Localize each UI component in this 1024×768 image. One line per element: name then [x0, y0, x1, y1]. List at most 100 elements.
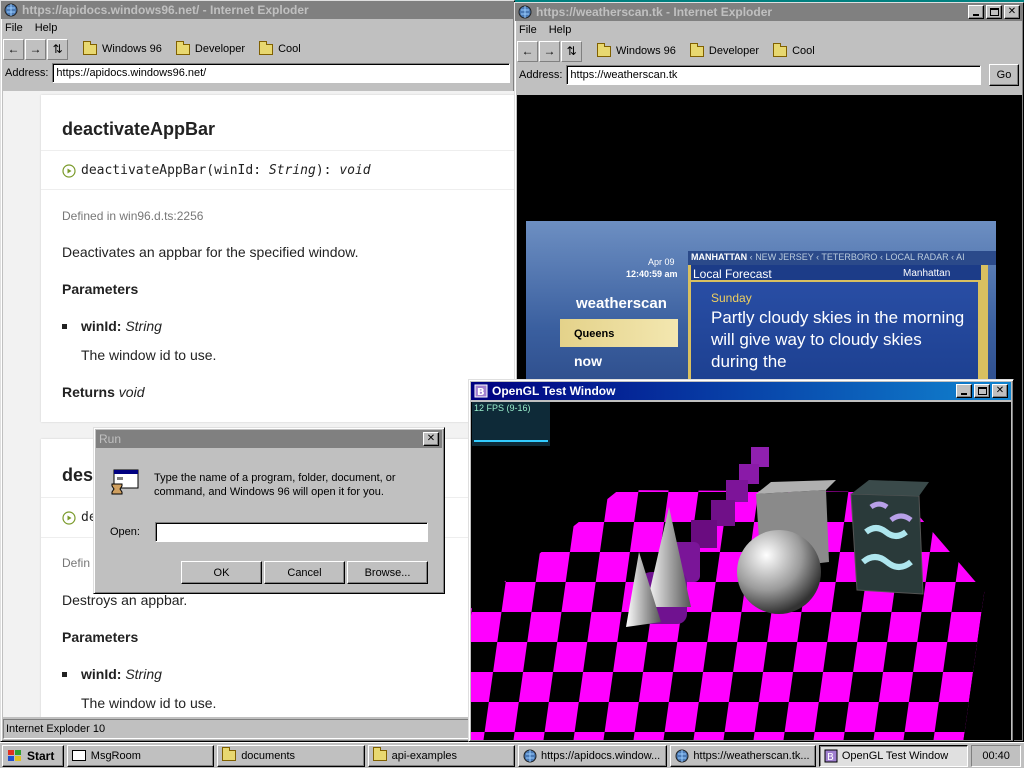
- app-icon: B: [824, 749, 838, 763]
- menu-file[interactable]: File: [5, 22, 23, 34]
- folder-icon: [83, 40, 97, 55]
- ticker-item: TETERBORO: [821, 252, 878, 262]
- back-button[interactable]: ←: [3, 38, 24, 60]
- apidocs-content: deactivateAppBar deactivateAppBar(winId:…: [3, 91, 514, 717]
- start-label: Start: [27, 748, 55, 763]
- weatherscan-logo: weatherscan: [576, 295, 667, 312]
- task-apidocs[interactable]: https://apidocs.window...: [518, 744, 668, 767]
- folder-icon: [597, 42, 611, 57]
- favorite-developer[interactable]: Developer: [689, 42, 759, 57]
- folder-icon: [222, 747, 237, 761]
- weatherscan-title-bar[interactable]: https://weatherscan.tk - Internet Explod…: [515, 3, 1023, 21]
- task-opengl[interactable]: B OpenGL Test Window: [818, 744, 969, 767]
- run-message: Type the name of a program, folder, docu…: [154, 472, 396, 498]
- run-title-bar[interactable]: Run ✕: [96, 430, 442, 448]
- close-button[interactable]: ✕: [1004, 5, 1020, 19]
- clock[interactable]: 00:40: [982, 750, 1010, 762]
- browse-button[interactable]: Browse...: [347, 561, 428, 584]
- favorite-label: Cool: [278, 43, 301, 55]
- favorite-cool[interactable]: Cool: [773, 42, 815, 57]
- white-sphere: [737, 530, 821, 614]
- arrow-left-icon: ←: [521, 44, 534, 58]
- favorite-developer[interactable]: Developer: [175, 40, 245, 55]
- favorite-windows96[interactable]: Windows 96: [83, 40, 162, 55]
- task-documents[interactable]: documents: [217, 744, 365, 767]
- fps-overlay: 12 FPS (9-16): [472, 402, 550, 446]
- open-label: Open:: [110, 526, 140, 538]
- apidocs-browser-window: https://apidocs.windows96.net/ - Interne…: [0, 0, 515, 742]
- menu-file[interactable]: File: [519, 24, 537, 36]
- defined-in-2: Defin: [62, 556, 91, 570]
- open-input[interactable]: [155, 522, 428, 542]
- city-tab[interactable]: Queens: [560, 319, 678, 347]
- refresh-button[interactable]: ⇅: [47, 38, 68, 60]
- weatherscan-menu-bar: File Help: [515, 21, 1023, 39]
- folder-icon: [773, 42, 788, 57]
- address-input[interactable]: https://weatherscan.tk: [566, 65, 981, 85]
- opengl-title-bar[interactable]: B OpenGL Test Window ✕: [471, 382, 1011, 400]
- refresh-button[interactable]: ⇅: [561, 40, 582, 62]
- param-item: winId: String: [62, 318, 162, 334]
- play-circle-icon: [62, 163, 76, 178]
- folder-icon: [372, 747, 387, 761]
- doc-description-2: Destroys an appbar.: [62, 592, 188, 608]
- ok-button[interactable]: OK: [181, 561, 262, 584]
- task-label: OpenGL Test Window: [841, 749, 949, 762]
- forecast-day: Sunday: [711, 291, 752, 305]
- task-api-examples[interactable]: api-examples: [367, 744, 515, 767]
- weather-time: 12:40:59 am: [626, 269, 678, 279]
- close-button[interactable]: ✕: [423, 432, 439, 446]
- gl-canvas[interactable]: 12 FPS (9-16): [471, 402, 1011, 740]
- returns-label: Returns: [62, 384, 115, 400]
- apidocs-window-title: https://apidocs.windows96.net/ - Interne…: [22, 3, 309, 17]
- param-item-2: winId: String: [62, 666, 162, 682]
- chat-icon: [71, 750, 86, 761]
- folder-icon: [689, 42, 704, 57]
- cancel-button[interactable]: Cancel: [264, 561, 345, 584]
- doc-signature: deactivateAppBar(winId: String): void: [62, 163, 371, 178]
- apidocs-nav-bar: ← → ⇅ Windows 96 Developer Cool: [1, 37, 514, 61]
- arrow-right-icon: →: [543, 44, 556, 58]
- close-button[interactable]: ✕: [992, 384, 1008, 398]
- refresh-icon: ⇅: [52, 42, 63, 56]
- back-button[interactable]: ←: [517, 40, 538, 62]
- task-msgroom[interactable]: MsgRoom: [66, 744, 215, 767]
- forward-button[interactable]: →: [25, 38, 46, 60]
- close-icon: ✕: [995, 385, 1005, 396]
- start-button[interactable]: Start: [2, 744, 64, 767]
- returns-type: void: [118, 384, 145, 400]
- maximize-icon: [977, 387, 987, 395]
- task-label: https://weatherscan.tk...: [693, 749, 810, 762]
- fps-text: 12 FPS (9-16): [474, 403, 531, 413]
- maximize-button[interactable]: [986, 5, 1002, 19]
- go-button[interactable]: Go: [989, 64, 1019, 86]
- panel-title: Local Forecast: [693, 267, 772, 281]
- apidocs-title-bar[interactable]: https://apidocs.windows96.net/ - Interne…: [1, 1, 514, 19]
- param-name: winId:: [81, 318, 122, 334]
- task-weatherscan[interactable]: https://weatherscan.tk...: [670, 744, 816, 767]
- maximize-button[interactable]: [974, 384, 990, 398]
- menu-help[interactable]: Help: [35, 22, 58, 34]
- folder-icon: [259, 40, 274, 55]
- app-icon: B: [474, 384, 488, 398]
- minimize-button[interactable]: [956, 384, 972, 398]
- favorite-label: Windows 96: [616, 45, 676, 57]
- weatherscan-nav-bar: ← → ⇅ Windows 96 Developer Cool: [515, 39, 1023, 63]
- windows-logo-icon: [8, 749, 21, 761]
- task-label: api-examples: [391, 749, 458, 762]
- menu-help[interactable]: Help: [549, 24, 572, 36]
- address-input[interactable]: https://apidocs.windows96.net/: [52, 63, 510, 83]
- minimize-button[interactable]: [968, 5, 984, 19]
- doc-card-deactivate: deactivateAppBar deactivateAppBar(winId:…: [41, 95, 514, 422]
- weatherscan-address-bar: Address: https://weatherscan.tk Go: [515, 63, 1023, 87]
- param-desc: The window id to use.: [81, 347, 217, 363]
- fps-graph-line: [474, 440, 548, 442]
- globe-icon: [518, 5, 532, 19]
- textured-cube: [850, 493, 924, 595]
- favorite-windows96[interactable]: Windows 96: [597, 42, 676, 57]
- status-bar: Internet Exploder 10: [3, 719, 512, 739]
- forecast-text: Partly cloudy skies in the morning will …: [711, 308, 965, 371]
- forward-button[interactable]: →: [539, 40, 560, 62]
- param-name-2: winId:: [81, 666, 122, 682]
- favorite-cool[interactable]: Cool: [259, 40, 301, 55]
